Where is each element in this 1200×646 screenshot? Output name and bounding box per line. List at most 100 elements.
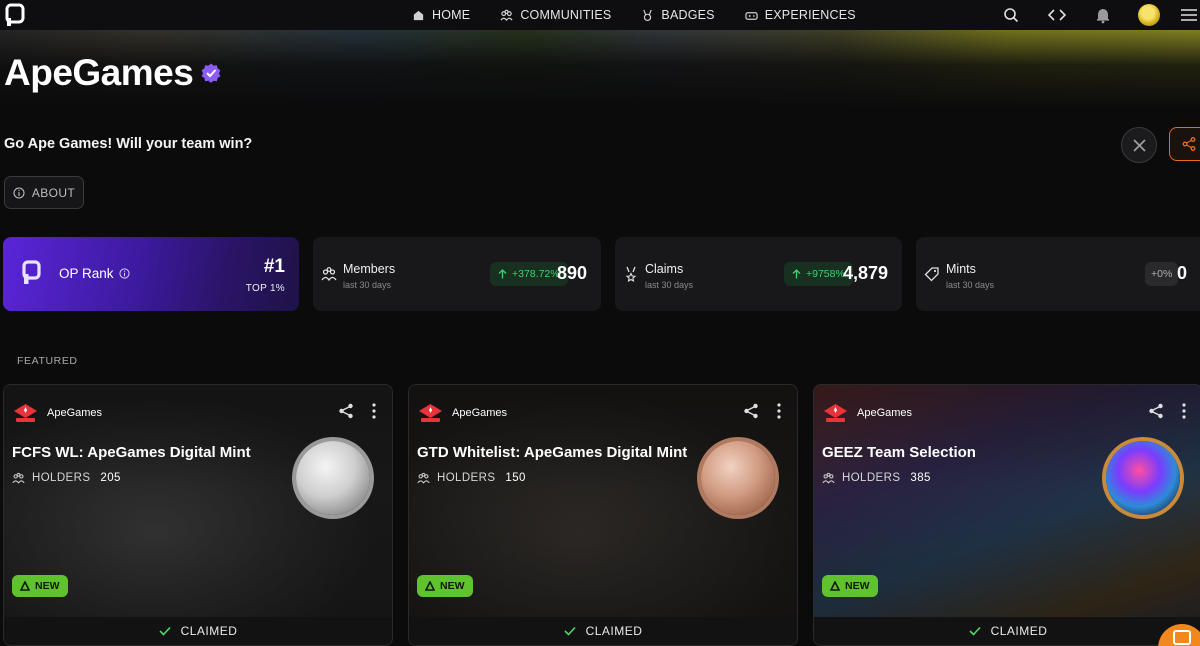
claimed-status: CLAIMED [814,617,1200,645]
apegames-logo-icon [824,404,847,422]
badge-image[interactable] [296,441,370,515]
community-description: Go Ape Games! Will your team win? [4,136,253,152]
more-options-icon[interactable] [372,403,376,419]
featured-card[interactable]: ApeGames GEEZ Team Selection HOLDERS 385… [813,384,1200,646]
nav-communities-label: COMMUNITIES [520,8,612,22]
nav-home-label: HOME [432,8,471,22]
mints-change: +0% [1151,268,1173,280]
more-options-icon[interactable] [1182,403,1186,419]
new-icon [20,581,30,591]
new-badge: NEW [12,575,68,597]
badge-icon [643,9,653,21]
apegames-logo-icon [419,404,442,422]
holders-label: HOLDERS [32,472,91,484]
check-icon [564,626,576,636]
nav-home[interactable]: HOME [412,8,470,22]
share-icon[interactable] [743,403,759,419]
members-change: +378.72% [512,268,560,280]
featured-card[interactable]: ApeGames GTD Whitelist: ApeGames Digital… [408,384,798,646]
site-logo-icon[interactable] [5,3,27,27]
card-org-name: ApeGames [452,407,508,419]
card-holders: HOLDERS 205 [12,472,121,484]
card-org[interactable]: ApeGames [822,403,912,423]
claimed-label: CLAIMED [990,624,1048,638]
info-icon[interactable] [118,268,130,279]
page-title: ApeGames [4,52,194,93]
top-nav: HOME COMMUNITIES BADGES EXPERIENCES [0,0,1200,30]
nav-actions [974,0,1200,30]
new-label: NEW [845,580,870,592]
claims-change: +9758% [806,268,845,280]
code-icon[interactable] [1048,6,1066,24]
card-actions [338,403,376,419]
arrow-up-icon [792,269,801,279]
mints-change-pill: +0% [1145,262,1179,286]
mints-stat-card: Mints last 30 days +0% 0 [916,237,1200,311]
x-social-button[interactable] [1121,127,1157,163]
badge-image[interactable] [1106,441,1180,515]
holders-icon [822,472,835,484]
avatar[interactable] [1138,4,1160,26]
mints-value: 0 [1176,263,1187,283]
share-icon [1182,137,1196,151]
op-rank-card: OP Rank #1 TOP 1% [3,237,299,311]
share-community-button[interactable] [1169,127,1200,161]
about-label: ABOUT [31,185,76,200]
featured-card[interactable]: ApeGames FCFS WL: ApeGames Digital Mint … [3,384,393,646]
main-nav: HOME COMMUNITIES BADGES EXPERIENCES [412,0,886,30]
arrow-up-icon [498,269,507,279]
holders-label: HOLDERS [842,472,901,484]
card-title[interactable]: FCFS WL: ApeGames Digital Mint [12,444,251,461]
card-title[interactable]: GEEZ Team Selection [822,444,976,461]
more-options-icon[interactable] [777,403,781,419]
tag-icon [924,267,939,282]
featured-heading: FEATURED [17,355,78,367]
community-header: ApeGames [4,52,221,94]
card-org[interactable]: ApeGames [12,403,102,423]
new-badge: NEW [822,575,878,597]
new-icon [425,581,435,591]
op-rank-value: #1 [263,256,285,277]
new-badge: NEW [417,575,473,597]
card-org[interactable]: ApeGames [417,403,507,423]
holders-label: HOLDERS [437,472,496,484]
nav-experiences-label: EXPERIENCES [764,8,856,22]
mints-period: last 30 days [946,280,995,290]
badge-image[interactable] [701,441,775,515]
info-icon [13,186,25,199]
nav-experiences[interactable]: EXPERIENCES [745,8,856,22]
holders-count: 205 [100,472,121,484]
search-icon[interactable] [1002,6,1020,24]
gamepad-icon [745,11,758,20]
card-actions [1148,403,1186,419]
about-button[interactable]: ABOUT [4,176,84,209]
holders-count: 385 [910,472,931,484]
menu-icon[interactable] [1180,6,1198,24]
nav-communities[interactable]: COMMUNITIES [500,8,611,22]
card-holders: HOLDERS 150 [417,472,526,484]
op-logo-icon [22,260,41,284]
nav-badges-label: BADGES [661,8,715,22]
bell-icon[interactable] [1094,6,1112,24]
new-label: NEW [440,580,465,592]
check-icon [159,626,171,636]
card-title[interactable]: GTD Whitelist: ApeGames Digital Mint [417,444,687,461]
nav-badges[interactable]: BADGES [641,8,715,22]
claimed-status: CLAIMED [4,617,392,645]
card-org-name: ApeGames [857,407,913,419]
members-stat-card: Members last 30 days +378.72% 890 [313,237,601,311]
new-label: NEW [35,580,60,592]
card-holders: HOLDERS 385 [822,472,931,484]
members-icon [321,267,337,282]
claims-badge-icon [625,266,637,282]
members-period: last 30 days [343,280,392,290]
mints-label: Mints [946,262,976,276]
share-icon[interactable] [1148,403,1164,419]
claimed-label: CLAIMED [180,624,238,638]
share-icon[interactable] [338,403,354,419]
new-icon [830,581,840,591]
home-icon [413,10,424,20]
claims-stat-card: Claims last 30 days +9758% 4,879 [615,237,902,311]
card-org-name: ApeGames [47,407,103,419]
claims-value: 4,879 [842,263,888,283]
